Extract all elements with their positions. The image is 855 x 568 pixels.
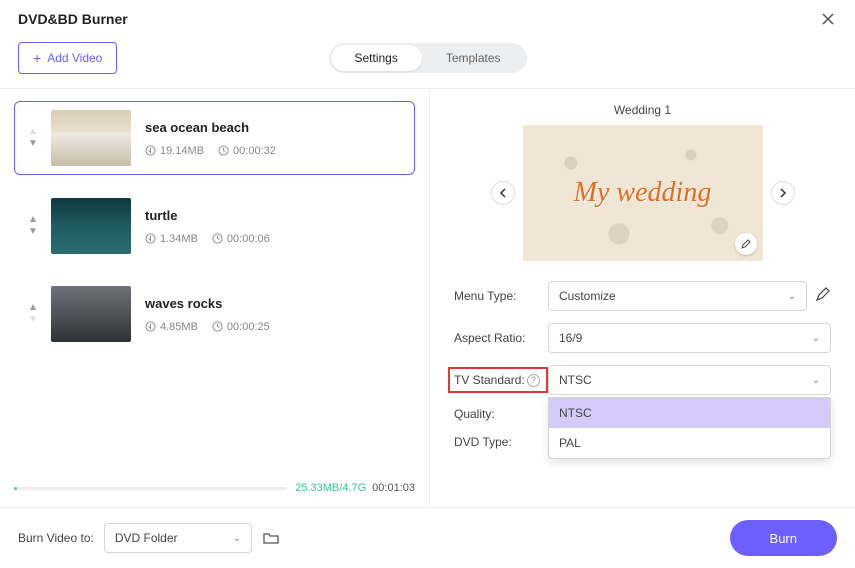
capacity-progress: 25.33MB/4.7G 00:01:03 <box>14 479 415 497</box>
reorder-controls: ▲ ▼ <box>25 214 41 238</box>
video-list-pane: ▲ ▼ sea ocean beach 19.14MB 00:00:32 <box>0 89 430 507</box>
video-list: ▲ ▼ sea ocean beach 19.14MB 00:00:32 <box>0 101 429 473</box>
filesize-icon <box>145 321 156 332</box>
bottom-bar: Burn Video to: DVD Folder ⌄ Burn <box>0 507 855 568</box>
filesize-icon <box>145 145 156 156</box>
edit-preview-button[interactable] <box>735 233 757 255</box>
add-video-button[interactable]: + Add Video <box>18 42 117 74</box>
aspect-ratio-select[interactable]: 16/9 ⌄ <box>548 323 831 353</box>
tv-standard-select[interactable]: NTSC ⌄ NTSC PAL <box>548 365 831 395</box>
clock-icon <box>212 233 223 244</box>
plus-icon: + <box>33 50 41 66</box>
edit-menu-icon[interactable] <box>815 286 831 307</box>
dvd-type-label: DVD Type: <box>454 435 548 449</box>
video-thumbnail <box>51 110 131 166</box>
progress-duration: 00:01:03 <box>372 482 415 494</box>
move-up-icon: ▲ <box>25 126 41 138</box>
list-footer: 25.33MB/4.7G 00:01:03 <box>0 473 429 507</box>
video-title: sea ocean beach <box>145 120 276 135</box>
chevron-down-icon: ⌄ <box>788 291 796 302</box>
add-video-label: Add Video <box>47 51 102 65</box>
tv-standard-dropdown: NTSC PAL <box>548 397 831 459</box>
browse-folder-icon[interactable] <box>262 529 280 547</box>
progress-size: 25.33MB/4.7G <box>295 482 366 494</box>
move-up-icon[interactable]: ▲ <box>25 214 41 226</box>
settings-pane: Wedding 1 My wedding Menu Type: <box>430 89 855 507</box>
menu-type-select[interactable]: Customize ⌄ <box>548 281 807 311</box>
progress-bar <box>14 487 287 490</box>
burn-to-label: Burn Video to: <box>18 531 94 545</box>
preview-row: My wedding <box>454 125 831 261</box>
quality-label: Quality: <box>454 407 548 421</box>
tab-settings[interactable]: Settings <box>330 45 421 71</box>
chevron-down-icon: ⌄ <box>232 533 240 544</box>
aspect-ratio-row: Aspect Ratio: 16/9 ⌄ <box>454 323 831 353</box>
close-icon[interactable] <box>819 10 837 28</box>
tv-standard-label: TV Standard: ? <box>448 367 548 393</box>
video-title: waves rocks <box>145 296 270 311</box>
video-meta: 19.14MB 00:00:32 <box>145 145 276 157</box>
help-icon[interactable]: ? <box>527 374 540 387</box>
titlebar: DVD&BD Burner <box>0 0 855 34</box>
video-item[interactable]: ▲ ▼ sea ocean beach 19.14MB 00:00:32 <box>14 101 415 175</box>
aspect-ratio-label: Aspect Ratio: <box>454 331 548 345</box>
menu-type-row: Menu Type: Customize ⌄ <box>454 281 831 311</box>
main-body: ▲ ▼ sea ocean beach 19.14MB 00:00:32 <box>0 88 855 507</box>
clock-icon <box>212 321 223 332</box>
chevron-down-icon: ⌄ <box>812 333 820 344</box>
burn-to-select[interactable]: DVD Folder ⌄ <box>104 523 252 553</box>
burn-button[interactable]: Burn <box>730 520 837 556</box>
video-title: turtle <box>145 208 270 223</box>
filesize-icon <box>145 233 156 244</box>
move-up-icon[interactable]: ▲ <box>25 302 41 314</box>
chevron-down-icon: ⌄ <box>812 375 820 386</box>
app-window: DVD&BD Burner + Add Video Settings Templ… <box>0 0 855 568</box>
video-thumbnail <box>51 286 131 342</box>
preview-overlay-text: My wedding <box>574 177 712 209</box>
menu-preview: My wedding <box>523 125 763 261</box>
video-meta: 4.85MB 00:00:25 <box>145 321 270 333</box>
move-down-icon[interactable]: ▼ <box>25 138 41 150</box>
reorder-controls: ▲ ▼ <box>25 302 41 326</box>
menu-type-label: Menu Type: <box>454 289 548 303</box>
reorder-controls: ▲ ▼ <box>25 126 41 150</box>
tab-templates[interactable]: Templates <box>422 45 525 71</box>
move-down-icon[interactable]: ▼ <box>25 226 41 238</box>
preview-title: Wedding 1 <box>454 103 831 117</box>
dropdown-option-pal[interactable]: PAL <box>549 428 830 458</box>
video-item[interactable]: ▲ ▼ waves rocks 4.85MB 00:00:25 <box>14 277 415 351</box>
dropdown-option-ntsc[interactable]: NTSC <box>549 398 830 428</box>
clock-icon <box>218 145 229 156</box>
video-item[interactable]: ▲ ▼ turtle 1.34MB 00:00:06 <box>14 189 415 263</box>
video-thumbnail <box>51 198 131 254</box>
burn-to-row: Burn Video to: DVD Folder ⌄ <box>18 523 280 553</box>
next-template-button[interactable] <box>771 181 795 205</box>
move-down-icon: ▼ <box>25 314 41 326</box>
tab-switch: Settings Templates <box>328 43 526 73</box>
tv-standard-row: TV Standard: ? NTSC ⌄ NTSC PAL <box>454 365 831 395</box>
toolbar: + Add Video Settings Templates <box>0 34 855 88</box>
prev-template-button[interactable] <box>491 181 515 205</box>
video-meta: 1.34MB 00:00:06 <box>145 233 270 245</box>
window-title: DVD&BD Burner <box>18 11 128 27</box>
